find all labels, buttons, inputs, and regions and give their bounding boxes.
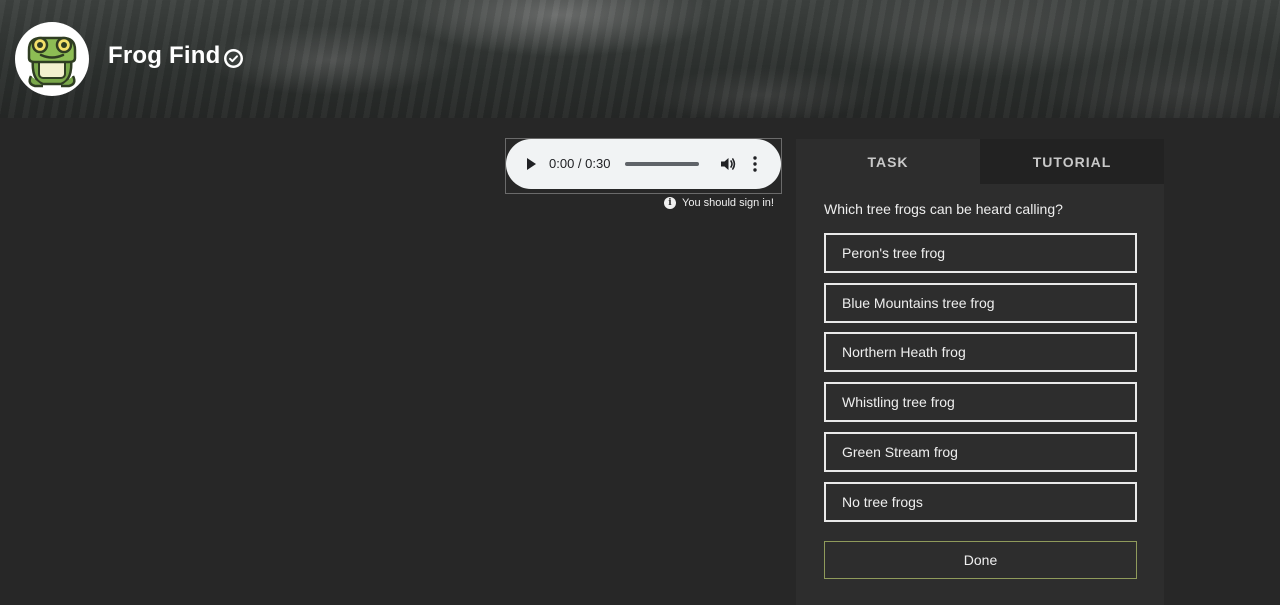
project-title[interactable]: Frog Find xyxy=(108,42,220,70)
volume-icon[interactable] xyxy=(719,155,737,173)
project-avatar xyxy=(15,22,89,96)
audio-progress-slider[interactable] xyxy=(625,162,699,166)
answer-option[interactable]: No tree frogs xyxy=(824,482,1137,522)
answer-option[interactable]: Blue Mountains tree frog xyxy=(824,283,1137,323)
more-vertical-icon[interactable] xyxy=(752,155,758,173)
sign-in-notice: i You should sign in! xyxy=(664,197,774,209)
sign-in-notice-text: You should sign in! xyxy=(682,197,774,209)
answer-option[interactable]: Peron's tree frog xyxy=(824,233,1137,273)
done-button[interactable]: Done xyxy=(824,541,1137,579)
answer-option[interactable]: Green Stream frog xyxy=(824,432,1137,472)
frog-icon xyxy=(27,36,77,88)
task-panel: TASK TUTORIAL Which tree frogs can be he… xyxy=(796,139,1164,605)
audio-player[interactable]: 0:00 / 0:30 xyxy=(506,139,781,189)
play-icon[interactable] xyxy=(524,156,538,172)
audio-time: 0:00 / 0:30 xyxy=(549,156,611,171)
tab-tutorial[interactable]: TUTORIAL xyxy=(980,139,1164,184)
task-question: Which tree frogs can be heard calling? xyxy=(824,201,1063,217)
info-icon: i xyxy=(664,197,676,209)
task-tabs: TASK TUTORIAL xyxy=(796,139,1164,184)
tab-task[interactable]: TASK xyxy=(796,139,980,184)
answer-option[interactable]: Whistling tree frog xyxy=(824,382,1137,422)
check-badge-icon xyxy=(226,51,241,66)
answer-option[interactable]: Northern Heath frog xyxy=(824,332,1137,372)
verified-badge xyxy=(224,49,243,68)
